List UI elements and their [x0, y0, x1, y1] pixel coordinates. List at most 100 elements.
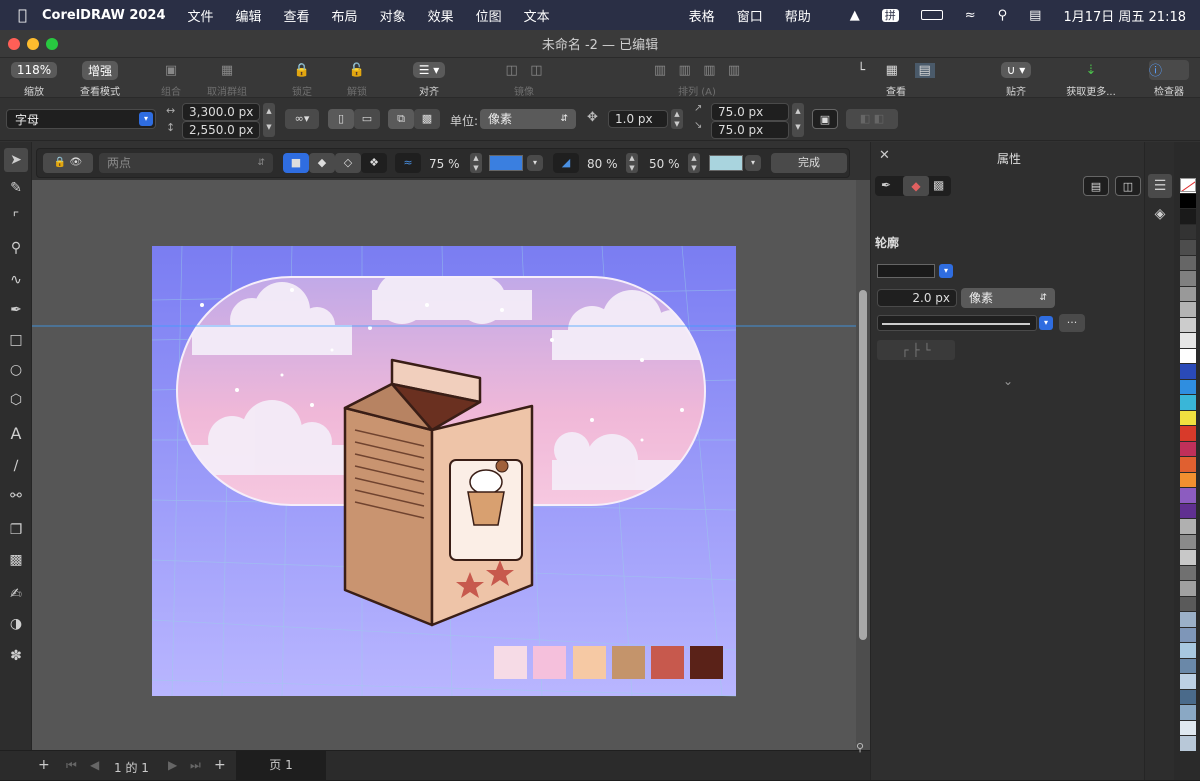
- panel-option-1[interactable]: ▤: [1083, 176, 1109, 196]
- size-stepper[interactable]: ▲ ▼: [263, 103, 275, 137]
- apple-icon[interactable]: : [0, 6, 38, 24]
- font-style-chevron-icon[interactable]: ▾: [139, 112, 153, 126]
- palette-swatch[interactable]: [1180, 596, 1196, 611]
- palette-swatch[interactable]: [1180, 271, 1196, 286]
- more-options-button[interactable]: ···: [1059, 314, 1085, 332]
- duplicate-y-field[interactable]: 75.0 px: [711, 121, 789, 139]
- height-field[interactable]: 2,550.0 px: [182, 121, 260, 139]
- palette-swatch[interactable]: [1180, 689, 1196, 704]
- depth-value[interactable]: 80 %: [587, 157, 618, 171]
- mirror-button[interactable]: ◫ ◫ 镜像: [484, 58, 564, 99]
- menu-text[interactable]: 文本: [513, 6, 561, 25]
- clock[interactable]: 1月17日 周五 21:18: [1052, 6, 1200, 25]
- panel-option-2[interactable]: ◫: [1115, 176, 1141, 196]
- palette-swatch[interactable]: [1180, 395, 1196, 410]
- creative-cloud-icon[interactable]: ▲: [822, 8, 871, 23]
- menu-object[interactable]: 对象: [369, 6, 417, 25]
- palette-swatch[interactable]: [1180, 705, 1196, 720]
- outline-width-field[interactable]: 2.0 px: [877, 289, 957, 307]
- properties-docker-icon[interactable]: ☰: [1148, 174, 1172, 198]
- palette-swatch[interactable]: [1180, 472, 1196, 487]
- palette-swatch[interactable]: [1180, 255, 1196, 270]
- cube-dark-button[interactable]: ❖: [361, 153, 387, 173]
- shadow-color-swatch[interactable]: [709, 155, 743, 171]
- fill-color-swatch[interactable]: [489, 155, 523, 171]
- transform-dropdown[interactable]: ∞▾: [285, 109, 319, 129]
- palette-swatch[interactable]: [1180, 503, 1196, 518]
- palette-swatch[interactable]: [1180, 658, 1196, 673]
- palette-swatch[interactable]: [1180, 441, 1196, 456]
- nudge-field[interactable]: 1.0 px: [608, 110, 668, 128]
- transparency-tool-icon[interactable]: ▩: [4, 548, 28, 572]
- menu-window[interactable]: 窗口: [726, 6, 774, 25]
- font-style-select[interactable]: 字母: [6, 109, 156, 129]
- layers-docker-icon[interactable]: ◈: [1148, 202, 1172, 226]
- spotlight-search-icon[interactable]: ⚲: [987, 8, 1019, 23]
- last-page-icon[interactable]: ⏭: [190, 758, 201, 773]
- palette-swatch[interactable]: [1180, 193, 1196, 208]
- wifi-icon[interactable]: ≈: [954, 8, 987, 23]
- minimize-window-button[interactable]: [27, 38, 39, 50]
- nudge-stepper[interactable]: ▲ ▼: [671, 109, 683, 129]
- palette-swatch[interactable]: [1180, 736, 1196, 751]
- disabled-tools-button[interactable]: ◧ ◧: [846, 109, 898, 129]
- depth-stepper[interactable]: ▲ ▼: [626, 153, 638, 173]
- current-page-button[interactable]: ▩: [414, 109, 440, 129]
- palette-swatch[interactable]: [1180, 302, 1196, 317]
- get-more-button[interactable]: ⇣ 获取更多...: [1051, 58, 1131, 99]
- all-pages-button[interactable]: ⧉: [388, 109, 414, 129]
- menu-bitmap[interactable]: 位图: [465, 6, 513, 25]
- menu-help[interactable]: 帮助: [774, 6, 822, 25]
- percent2-stepper[interactable]: ▲ ▼: [688, 153, 700, 173]
- palette-swatch[interactable]: [1180, 317, 1196, 332]
- shadow-color-dropdown[interactable]: ▾: [745, 155, 761, 171]
- palette-swatch[interactable]: [1180, 674, 1196, 689]
- ime-indicator[interactable]: 拼: [871, 7, 910, 23]
- palette-swatch[interactable]: [1180, 550, 1196, 565]
- palette-swatch[interactable]: [1180, 581, 1196, 596]
- add-page-after-icon[interactable]: +: [214, 757, 226, 773]
- units-select[interactable]: 像素 ⇵: [480, 109, 576, 129]
- rectangle-tool-icon[interactable]: □: [4, 328, 28, 352]
- zoom-window-button[interactable]: [46, 38, 58, 50]
- ellipse-tool-icon[interactable]: ○: [4, 358, 28, 382]
- artistic-media-icon[interactable]: ✒: [4, 298, 28, 322]
- line-tool-icon[interactable]: ∕: [4, 454, 28, 478]
- close-panel-icon[interactable]: ✕: [879, 148, 890, 163]
- menu-layout[interactable]: 布局: [321, 6, 369, 25]
- palette-swatch[interactable]: [1180, 224, 1196, 239]
- shadow-tool-icon[interactable]: ❐: [4, 518, 28, 542]
- done-button[interactable]: 完成: [771, 153, 847, 173]
- eyedropper-tool-icon[interactable]: ✍: [4, 582, 28, 606]
- next-page-icon[interactable]: ▶: [168, 758, 177, 772]
- view-mode-control[interactable]: 增强 查看模式: [60, 58, 140, 98]
- previous-page-icon[interactable]: ◀: [90, 758, 99, 772]
- lock-unlock-toggle[interactable]: 🔒 👁: [43, 153, 93, 173]
- zoom-tool-icon[interactable]: ⚲: [4, 236, 28, 260]
- smart-fill-icon[interactable]: ✽: [4, 644, 28, 668]
- outline-color-swatch[interactable]: [877, 264, 935, 278]
- page-tab-1[interactable]: 页 1: [236, 751, 326, 781]
- drawing-canvas[interactable]: [32, 180, 858, 768]
- first-page-icon[interactable]: ⏮: [66, 758, 77, 773]
- vertical-scroll-thumb[interactable]: [859, 290, 867, 640]
- palette-swatch[interactable]: [1180, 488, 1196, 503]
- fill-color-dropdown[interactable]: ▾: [527, 155, 543, 171]
- corner-options[interactable]: ┌ ├ └: [877, 340, 955, 360]
- expand-chevron-icon[interactable]: ⌄: [1003, 374, 1013, 388]
- duplicate-stepper[interactable]: ▲ ▼: [792, 103, 804, 137]
- palette-swatch[interactable]: [1180, 333, 1196, 348]
- add-page-before-icon[interactable]: +: [38, 757, 50, 773]
- menu-view[interactable]: 查看: [273, 6, 321, 25]
- palette-swatch[interactable]: [1180, 364, 1196, 379]
- palette-swatch[interactable]: [1180, 348, 1196, 363]
- menu-effects[interactable]: 效果: [417, 6, 465, 25]
- landscape-button[interactable]: ▭: [354, 109, 380, 129]
- palette-swatch[interactable]: [1180, 286, 1196, 301]
- text-tool-icon[interactable]: A: [4, 422, 28, 446]
- opacity-stepper[interactable]: ▲ ▼: [470, 153, 482, 173]
- control-center-icon[interactable]: ▤: [1018, 8, 1052, 23]
- vertical-scrollbar[interactable]: [856, 180, 870, 768]
- palette-swatch[interactable]: [1180, 379, 1196, 394]
- align-button[interactable]: ☰ ▾ 对齐: [389, 58, 469, 98]
